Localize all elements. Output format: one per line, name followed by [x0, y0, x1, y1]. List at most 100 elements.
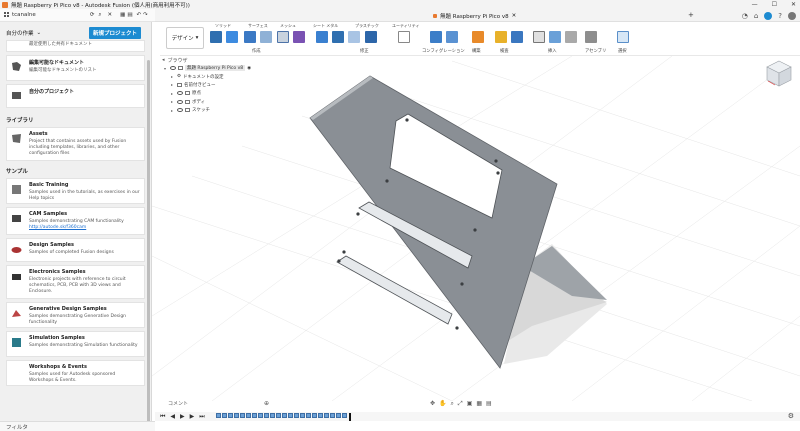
timeline-feature-icon[interactable] — [299, 412, 305, 418]
assembly-icon[interactable] — [585, 31, 597, 43]
editable-docs-card[interactable]: 編集可能なドキュメント 編集可能なドキュメントのリスト — [6, 55, 145, 82]
workspace-switcher[interactable]: デザイン ▾ — [166, 27, 204, 49]
document-tab[interactable]: 無題 Raspberry Pi Pico v8 ✕ — [433, 11, 516, 21]
insert-image-icon[interactable] — [533, 31, 545, 43]
close-tab-icon[interactable]: ✕ — [512, 13, 517, 19]
timeline-end-icon[interactable]: ⏭ — [199, 413, 204, 421]
timeline-feature-icon[interactable] — [287, 412, 293, 418]
timeline-feature-icon[interactable] — [227, 412, 233, 418]
timeline-forward-icon[interactable]: ▶ — [190, 413, 195, 420]
browser-item-bodies[interactable]: ▸ ボディ — [160, 98, 280, 106]
grid-settings-icon[interactable]: ▦ — [476, 400, 482, 408]
expand-icon[interactable]: ▸ — [171, 108, 175, 113]
timeline-back-icon[interactable]: ◀ — [170, 413, 175, 420]
zoom-icon[interactable]: ⌕ — [451, 400, 454, 408]
tab-mesh[interactable]: メッシュ — [280, 23, 296, 29]
viewports-icon[interactable]: ▤ — [486, 400, 492, 408]
fit-icon[interactable]: ⤢ — [458, 400, 463, 408]
interference-icon[interactable] — [511, 31, 523, 43]
tab-utility[interactable]: ユーティリティ — [392, 23, 420, 29]
group-configuration[interactable]: コンフィグレーション — [422, 48, 465, 54]
timeline-feature-icon[interactable] — [239, 412, 245, 418]
form-icon[interactable] — [293, 31, 305, 43]
extrude-icon[interactable] — [244, 31, 256, 43]
grid-view-icon[interactable]: ▦ — [120, 12, 125, 18]
measure-icon[interactable] — [495, 31, 507, 43]
close-panel-icon[interactable]: ✕ — [108, 12, 113, 18]
timeline-feature-icon[interactable] — [245, 412, 251, 418]
timeline-feature-icon[interactable] — [263, 412, 269, 418]
group-insert[interactable]: 挿入 — [548, 48, 557, 54]
timeline-feature-icon[interactable] — [275, 412, 281, 418]
help-icon[interactable]: ? — [778, 12, 782, 20]
move-icon[interactable] — [398, 31, 410, 43]
configuration-icon[interactable] — [430, 31, 442, 43]
timeline-feature-icon[interactable] — [215, 412, 221, 418]
combine-icon[interactable] — [365, 31, 377, 43]
timeline-play-icon[interactable]: ▶ — [180, 413, 185, 420]
browser-item-doc-settings[interactable]: ▸ ⚙ ドキュメントの設定 — [160, 72, 280, 80]
project-selector[interactable]: 自分の作業 ⌄ — [6, 29, 41, 37]
timeline-feature-icon[interactable] — [257, 412, 263, 418]
job-status-icon[interactable]: ◔ — [742, 12, 748, 20]
timeline-feature-icon[interactable] — [293, 412, 299, 418]
expand-icon[interactable]: ▸ — [171, 74, 175, 79]
construct-plane-icon[interactable] — [472, 31, 484, 43]
collapse-icon[interactable]: ◂ — [162, 57, 165, 63]
timeline-feature-icon[interactable] — [233, 412, 239, 418]
maximize-button[interactable]: ☐ — [772, 1, 777, 8]
timeline-feature-icon[interactable] — [251, 412, 257, 418]
parameters-icon[interactable] — [446, 31, 458, 43]
visibility-eye-icon[interactable] — [170, 66, 176, 71]
create-sketch-icon[interactable] — [226, 31, 238, 43]
comments-panel[interactable]: コメント — [168, 400, 188, 407]
sample-card-electronics[interactable]: Electronics Samples Electronic projects … — [6, 265, 145, 300]
user-menu[interactable]: tcanalne — [4, 12, 36, 18]
visibility-eye-icon[interactable] — [177, 108, 183, 113]
recent-card[interactable]: 最近使用した共有ドキュメント — [6, 40, 145, 53]
sample-card-basic-training[interactable]: Basic Training Samples used in the tutor… — [6, 178, 145, 205]
comments-add-icon[interactable]: ⊕ — [264, 400, 269, 407]
timeline-feature-icon[interactable] — [323, 412, 329, 418]
notifications-icon[interactable] — [764, 11, 773, 20]
save-icon[interactable]: ▤ — [127, 12, 132, 18]
group-select[interactable]: 選択 — [618, 48, 627, 54]
timeline-settings-icon[interactable]: ⚙ — [788, 412, 794, 420]
orbit-icon[interactable]: ✥ — [430, 400, 435, 408]
group-modify[interactable]: 修正 — [360, 48, 369, 54]
sample-card-cam[interactable]: CAM Samples Samples demonstrating CAM fu… — [6, 207, 145, 236]
sample-card-simulation[interactable]: Simulation Samples Samples demonstrating… — [6, 331, 145, 358]
assets-card[interactable]: Assets Project that contains assets used… — [6, 127, 145, 162]
browser-header[interactable]: ◂ ブラウザ — [160, 56, 280, 64]
sample-card-design[interactable]: Design Samples Samples of completed Fusi… — [6, 238, 145, 263]
browser-item-sketches[interactable]: ▸ スケッチ — [160, 106, 280, 114]
browser-item-named-views[interactable]: ▸ 名前付きビュー — [160, 81, 280, 89]
group-assembly[interactable]: アセンブリ — [585, 48, 606, 54]
pan-icon[interactable]: ✋ — [439, 400, 446, 408]
shell-icon[interactable] — [348, 31, 360, 43]
tab-sheet-metal[interactable]: シート メタル — [313, 23, 338, 29]
tab-surface[interactable]: サーフェス — [248, 23, 268, 29]
expand-icon[interactable]: ▸ — [171, 91, 175, 96]
search-icon[interactable]: ⌕ — [98, 12, 101, 19]
expand-icon[interactable]: ▸ — [171, 99, 175, 104]
timeline-feature-icon[interactable] — [281, 412, 287, 418]
tab-plastic[interactable]: プラスチック — [355, 23, 379, 29]
data-panel-scrollbar[interactable] — [147, 60, 150, 421]
timeline-feature-icon[interactable] — [311, 412, 317, 418]
my-projects-card[interactable]: 自分のプロジェクト — [6, 84, 145, 109]
timeline-feature-icon[interactable] — [317, 412, 323, 418]
close-window-button[interactable]: ✕ — [791, 1, 796, 8]
filter-label[interactable]: フィルタ — [6, 423, 28, 431]
visibility-eye-icon[interactable] — [177, 91, 183, 96]
timeline-marker[interactable] — [348, 412, 351, 421]
expand-icon[interactable]: ▾ — [164, 66, 168, 71]
timeline-feature-icon[interactable] — [335, 412, 341, 418]
visibility-eye-icon[interactable] — [177, 99, 183, 104]
expand-icon[interactable]: ▸ — [171, 82, 175, 87]
insert-derive-icon[interactable] — [549, 31, 561, 43]
tab-solid[interactable]: ソリッド — [215, 23, 231, 29]
fillet-icon[interactable] — [316, 31, 328, 43]
display-settings-icon[interactable]: ▣ — [467, 400, 473, 408]
sample-card-generative[interactable]: Generative Design Samples Samples demons… — [6, 302, 145, 329]
